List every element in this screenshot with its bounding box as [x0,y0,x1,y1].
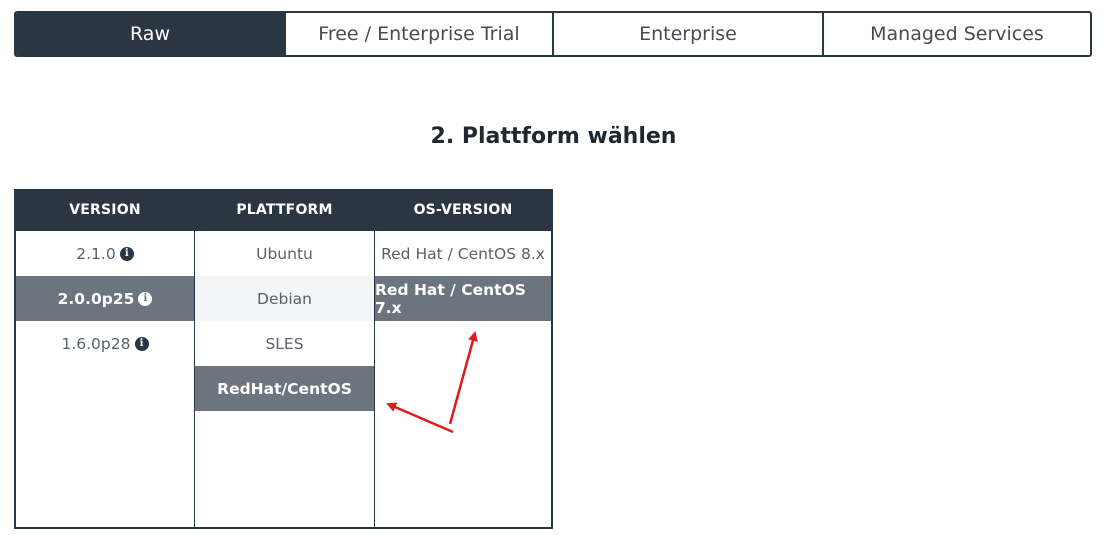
tab-raw[interactable]: Raw [16,13,286,55]
os-version-column-header: OS-VERSION [375,189,551,231]
version-column: VERSION 2.1.0 i 2.0.0p25 i 1.6.0p28 i [14,189,194,529]
tab-free-enterprise-trial[interactable]: Free / Enterprise Trial [286,13,554,55]
tab-managed-services[interactable]: Managed Services [824,13,1090,55]
os-option-centos-8[interactable]: Red Hat / CentOS 8.x [375,231,551,276]
version-column-header: VERSION [16,189,194,231]
version-label: 2.1.0 [76,244,116,263]
platform-column-header: PLATTFORM [195,189,374,231]
platform-option-debian[interactable]: Debian [195,276,374,321]
tab-enterprise[interactable]: Enterprise [554,13,824,55]
os-version-column: OS-VERSION Red Hat / CentOS 8.x Red Hat … [374,189,553,529]
version-option-1-6-0p28[interactable]: 1.6.0p28 i [16,321,194,366]
platform-column: PLATTFORM Ubuntu Debian SLES RedHat/Cent… [194,189,374,529]
version-option-2-0-0p25[interactable]: 2.0.0p25 i [16,276,194,321]
platform-option-redhat-centos[interactable]: RedHat/CentOS [195,366,374,411]
download-page: Raw Free / Enterprise Trial Enterprise M… [0,0,1107,535]
page-title: 2. Plattform wählen [430,124,677,149]
version-option-2-1-0[interactable]: 2.1.0 i [16,231,194,276]
info-icon[interactable]: i [119,246,134,261]
info-icon[interactable]: i [138,291,153,306]
os-option-centos-7[interactable]: Red Hat / CentOS 7.x [375,276,551,321]
edition-tabs: Raw Free / Enterprise Trial Enterprise M… [14,11,1092,57]
platform-option-ubuntu[interactable]: Ubuntu [195,231,374,276]
info-icon[interactable]: i [134,336,149,351]
platform-option-sles[interactable]: SLES [195,321,374,366]
version-label: 2.0.0p25 [57,289,135,308]
version-label: 1.6.0p28 [61,334,131,353]
platform-selector: VERSION 2.1.0 i 2.0.0p25 i 1.6.0p28 i PL… [14,189,553,529]
